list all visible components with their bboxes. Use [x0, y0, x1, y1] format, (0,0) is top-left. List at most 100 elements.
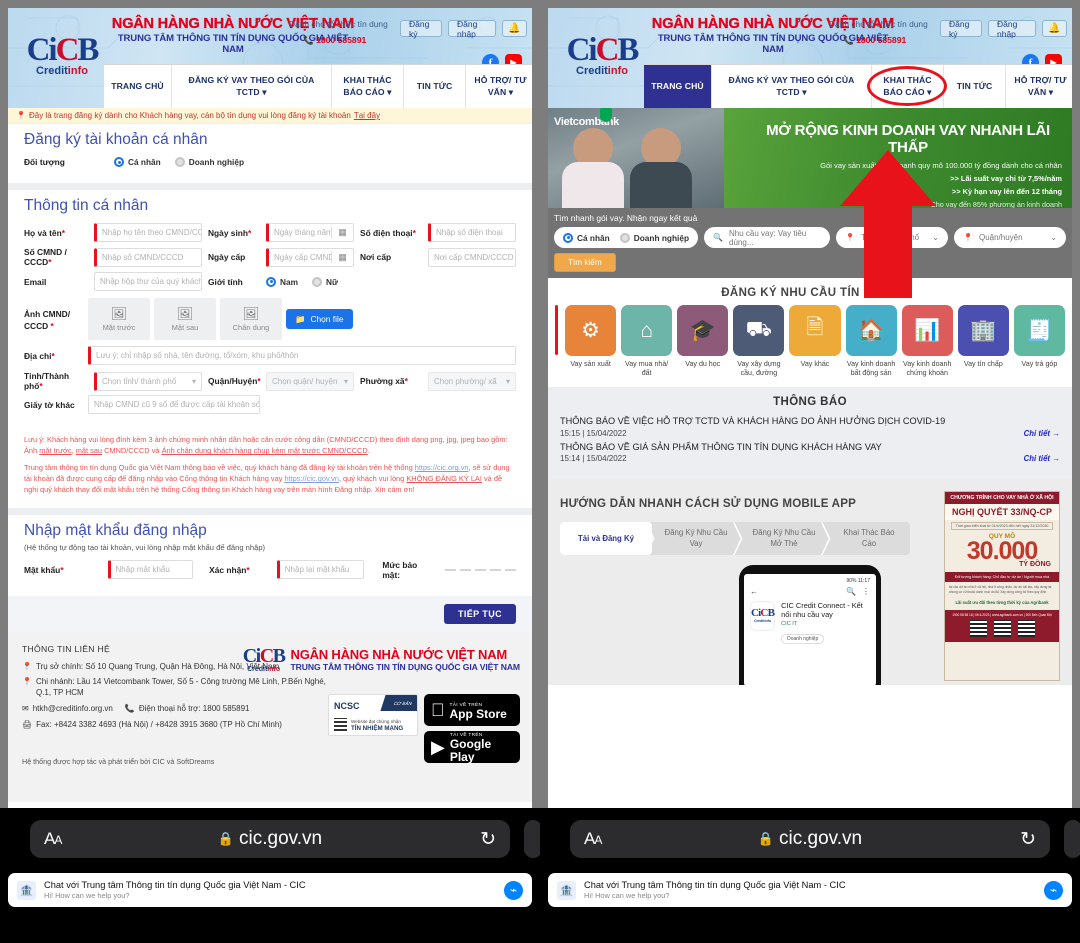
register-button-right[interactable]: Đăng ký: [940, 19, 982, 39]
phone-icon: 📞: [124, 703, 135, 713]
messenger-icon[interactable]: ⌁: [504, 880, 523, 900]
guide-step-1[interactable]: Đăng Ký Nhu Cầu Vay: [652, 522, 740, 554]
search-city-select[interactable]: 📍 Tỉnh/ Thành phố ⌄: [836, 227, 948, 248]
issue-date-input[interactable]: Ngày cấp CMND/CCCD▦: [266, 247, 354, 267]
nav-item-home[interactable]: TRANG CHỦ: [104, 65, 172, 108]
chat-widget[interactable]: 🏦 Chat với Trung tâm Thông tin tín dụng …: [8, 873, 532, 907]
photo-portrait-box[interactable]: 🖼 Chân dung: [220, 298, 282, 340]
issue-place-input[interactable]: Nơi cấp CMND/CCCD: [428, 247, 516, 267]
continue-button[interactable]: TIẾP TỤC: [443, 603, 516, 624]
alert-link[interactable]: Tại đây: [354, 111, 380, 120]
confirm-input[interactable]: Nhập lại mật khẩu: [276, 560, 365, 580]
category-item-3[interactable]: ⛟ Vay xây dựng cầu, đường: [733, 305, 785, 379]
category-item-1[interactable]: ⌂ Vay mua nhà/đất: [621, 305, 673, 379]
search-district-select[interactable]: 📍 Quận/huyện ⌄: [954, 227, 1066, 248]
url-bar-right[interactable]: AA 🔒 cic.gov.vn ↻: [570, 820, 1050, 858]
notification-title-1: THÔNG BÁO VỀ GIÁ SẢN PHẨM THÔNG TIN TÍN …: [560, 441, 882, 452]
choose-file-button[interactable]: 📁 Chọn file: [286, 309, 353, 329]
category-item-7[interactable]: 🏢 Vay tín chấp: [957, 305, 1009, 379]
calendar-icon-2[interactable]: ▦: [331, 251, 353, 263]
ncsc-trust-badge[interactable]: CƠ BẢN NCSC Website đạt chứng nhận TÍN N…: [328, 693, 418, 736]
search-subject-toggle[interactable]: Cá nhân Doanh nghiệp: [554, 227, 699, 248]
nav-item-loan-packages[interactable]: ĐĂNG KÝ VAY THEO GÓI CỦA TCTD ▾: [172, 65, 332, 108]
category-item-0[interactable]: ⚙ Vay sản xuất: [565, 305, 617, 379]
category-item-2[interactable]: 🎓 Vay du học: [677, 305, 729, 379]
category-icon-document: 🗎: [789, 305, 841, 357]
notification-detail-link-0[interactable]: Chi tiết →: [1024, 429, 1060, 438]
category-item-8[interactable]: 🧾 Vay trả góp: [1013, 305, 1065, 379]
search-radio-business[interactable]: Doanh nghiệp: [619, 232, 689, 243]
ncsc-badge-level: CƠ BẢN: [380, 694, 417, 711]
fullname-input[interactable]: Nhập họ tên theo CMND/CCCD: [94, 223, 202, 242]
register-button[interactable]: Đăng ký: [400, 19, 442, 39]
search-need-input[interactable]: 🔍 Nhu cầu vay: Vay tiêu dùng...: [704, 227, 830, 248]
login-button[interactable]: Đăng nhập: [448, 19, 496, 39]
chat-widget-right[interactable]: 🏦 Chat với Trung tâm Thông tin tín dụng …: [548, 873, 1072, 907]
nav-item-loan-packages-right[interactable]: ĐĂNG KÝ VAY THEO GÓI CỦA TCTD ▾: [712, 65, 872, 108]
nav-item-support-right[interactable]: HỖ TRỢ/ TƯ VẤN ▾: [1006, 65, 1072, 108]
phone-search-icon[interactable]: 🔍: [846, 587, 856, 596]
phone-input[interactable]: Nhập số điện thoại: [428, 223, 516, 242]
radio-female[interactable]: Nữ: [311, 276, 338, 287]
search-radio-individual[interactable]: Cá nhân: [563, 232, 610, 243]
cic-logo[interactable]: CiCB Creditinfo: [14, 34, 110, 77]
reload-button[interactable]: ↻: [480, 828, 496, 851]
cic-org-link[interactable]: https://cic.org.vn: [415, 463, 469, 472]
id-input[interactable]: Nhập số CMND/CCCD: [94, 247, 202, 267]
logo-mark-right: CiCB: [566, 32, 640, 68]
nav-item-home-right[interactable]: TRANG CHỦ: [644, 65, 712, 108]
category-item-6[interactable]: 📊 Vay kinh doanh chứng khoán: [901, 305, 953, 379]
chevron-city-icon: ⌄: [932, 233, 939, 242]
site-header-right: CiCB Creditinfo NGÂN HÀNG NHÀ NƯỚC VIỆT …: [548, 8, 1072, 108]
category-item-5[interactable]: 🏠 Vay kinh doanh bất động sản: [845, 305, 897, 379]
category-item-4[interactable]: 🗎 Vay khác: [789, 305, 841, 379]
other-doc-input[interactable]: Nhập CMND cũ 9 số để được cấp tài khoản …: [88, 395, 260, 414]
guide-step-0[interactable]: Tải và Đăng Ký: [560, 522, 652, 555]
photo-back-box[interactable]: 🖼 Mặt sau: [154, 298, 216, 340]
phone-menu-icon[interactable]: ⋮: [862, 587, 870, 596]
radio-business[interactable]: Doanh nghiệp: [174, 157, 244, 167]
notification-item-1[interactable]: THÔNG BÁO VỀ GIÁ SẢN PHẨM THÔNG TIN TÍN …: [560, 442, 1060, 464]
calendar-icon[interactable]: ▦: [331, 227, 353, 238]
phone-mockup: 90% 11:17 ← 🔍 ⋮ CiCB Creditinfo CIC Credit…: [739, 564, 881, 686]
nav-item-reports-right[interactable]: KHAI THÁC BÁO CÁO ▾: [867, 65, 947, 108]
radio-individual[interactable]: Cá nhân: [114, 157, 161, 167]
text-size-button[interactable]: AA: [44, 829, 62, 849]
nav-item-news[interactable]: TIN TỨC: [404, 65, 466, 108]
reload-button-right[interactable]: ↻: [1020, 828, 1036, 851]
notification-item-0[interactable]: THÔNG BÁO VỀ VIỆC HỖ TRỢ TCTD VÀ KHÁCH H…: [560, 416, 1060, 438]
notification-detail-link-1[interactable]: Chi tiết →: [1024, 454, 1060, 463]
search-button[interactable]: Tìm kiếm: [554, 253, 616, 272]
footer-brand: CiCB Creditinfo NGÂN HÀNG NHÀ NƯỚC VIỆT …: [243, 646, 520, 673]
app-store-button[interactable]:  TẢI VỀ TRÊNApp Store: [424, 693, 520, 726]
password-input[interactable]: Nhập mật khẩu: [107, 560, 194, 580]
hero-banner[interactable]: Vietcombank MỞ RỘNG KINH DOANH VAY NHANH…: [548, 108, 1072, 208]
text-size-button-right[interactable]: AA: [584, 829, 602, 849]
agribank-ad-banner[interactable]: CHƯƠNG TRÌNH CHO VAY NHÀ Ở XÃ HỘI NGHỊ Q…: [944, 491, 1060, 682]
notification-bell-icon-right[interactable]: 🔔: [1042, 20, 1067, 37]
cic-gov-link[interactable]: https://cic.gov.vn: [284, 474, 339, 483]
gender-radio-group: Nam Nữ: [266, 276, 516, 287]
dob-input[interactable]: Ngày tháng năm sinh▦: [266, 223, 354, 242]
phone-back-icon[interactable]: ←: [750, 587, 758, 596]
login-button-right[interactable]: Đăng nhập: [988, 19, 1036, 39]
guide-step-2[interactable]: Đăng Ký Nhu Cầu Mở Thẻ: [740, 522, 828, 554]
site-header: CiCB Creditinfo NGÂN HÀNG NHÀ NƯỚC VIỆT …: [8, 8, 532, 108]
address-input[interactable]: Lưu ý: chỉ nhập số nhà, tên đường, tổ/xó…: [88, 346, 516, 365]
nav-item-reports[interactable]: KHAI THÁC BÁO CÁO ▾: [332, 65, 404, 108]
nav-item-support[interactable]: HỖ TRỢ/ TƯ VẤN ▾: [466, 65, 532, 108]
radio-male[interactable]: Nam: [266, 276, 298, 287]
guide-step-3[interactable]: Khai Thác Báo Cáo: [828, 522, 910, 554]
cic-logo-right[interactable]: CiCB Creditinfo: [554, 34, 650, 77]
photo-front-box[interactable]: 🖼 Mặt trước: [88, 298, 150, 340]
google-play-button[interactable]: ▶ TẢI VỀ TRÊN Google Play: [424, 730, 520, 763]
messenger-icon-right[interactable]: ⌁: [1044, 880, 1063, 900]
url-bar[interactable]: AA 🔒 cic.gov.vn ↻: [30, 820, 510, 858]
province-select[interactable]: Chọn tỉnh/ thành phố ▾: [94, 371, 202, 391]
district-select[interactable]: Chọn quận/ huyện ▾: [266, 371, 354, 391]
email-input[interactable]: Nhập hộp thư của quý khách: [94, 272, 202, 291]
next-tab-peek-right[interactable]: [1064, 820, 1080, 858]
notification-bell-icon[interactable]: 🔔: [502, 20, 527, 37]
nav-item-news-right[interactable]: TIN TỨC: [944, 65, 1006, 108]
ward-select[interactable]: Chọn phường/ xã ▾: [428, 371, 516, 391]
